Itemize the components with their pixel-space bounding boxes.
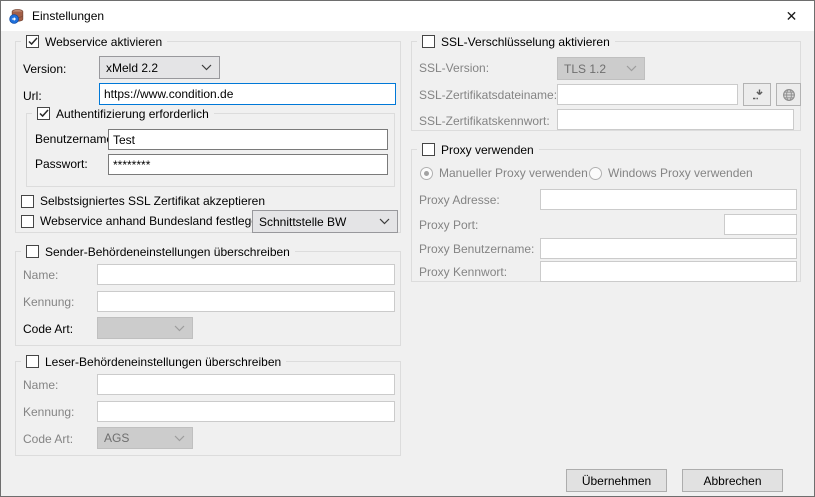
sender-name-label: Name: <box>23 268 58 282</box>
globe-icon <box>782 88 796 102</box>
sender-enable-row: Sender-Behördeneinstellungen überschreib… <box>21 243 295 260</box>
manual-proxy-radio <box>420 167 433 180</box>
password-input[interactable] <box>108 154 388 175</box>
username-label: Benutzername: <box>35 132 116 146</box>
auth-enable-checkbox[interactable] <box>37 107 50 120</box>
webservice-enable-row: Webservice aktivieren <box>21 33 167 50</box>
ssl-certfile-label: SSL-Zertifikatsdateiname: <box>419 88 557 102</box>
selfsigned-row: Selbstsigniertes SSL Zertifikat akzeptie… <box>21 194 265 208</box>
sender-name-input[interactable] <box>97 264 395 285</box>
version-select[interactable]: xMeld 2.2 <box>99 56 220 79</box>
bundesland-label: Webservice anhand Bundesland festlegen <box>40 214 265 228</box>
app-database-icon <box>9 8 25 24</box>
url-input[interactable] <box>99 83 396 105</box>
ssl-certpass-input[interactable] <box>557 109 794 130</box>
leser-name-label: Name: <box>23 378 58 392</box>
version-label: Version: <box>23 62 66 76</box>
settings-dialog: Einstellungen ✕ Webservice aktivieren Ve… <box>0 0 815 497</box>
ssl-version-label: SSL-Version: <box>419 61 489 75</box>
close-icon: ✕ <box>786 8 798 25</box>
ssl-enable-checkbox[interactable] <box>422 35 435 48</box>
leser-kennung-input[interactable] <box>97 401 395 422</box>
ssl-enable-row: SSL-Verschlüsselung aktivieren <box>417 33 615 50</box>
import-arrow-icon <box>751 88 764 101</box>
certfile-browse-button <box>743 83 771 106</box>
webservice-enable-checkbox[interactable] <box>26 35 39 48</box>
webservice-enable-label: Webservice aktivieren <box>45 35 162 49</box>
proxy-group: Proxy verwenden Manueller Proxy verwende… <box>411 149 801 282</box>
ssl-group: SSL-Verschlüsselung aktivieren SSL-Versi… <box>411 41 801 131</box>
ssl-certpass-label: SSL-Zertifikatskennwort: <box>419 114 550 128</box>
proxy-enable-label: Proxy verwenden <box>441 143 534 157</box>
apply-button[interactable]: Übernehmen <box>566 469 667 492</box>
leser-enable-checkbox[interactable] <box>26 355 39 368</box>
sender-group: Sender-Behördeneinstellungen überschreib… <box>15 251 401 346</box>
leser-codeart-select: AGS <box>97 427 193 449</box>
chevron-down-icon <box>626 65 637 72</box>
proxy-password-input[interactable] <box>540 261 797 282</box>
leser-kennung-label: Kennung: <box>23 405 74 419</box>
password-label: Passwort: <box>35 157 88 171</box>
cancel-button[interactable]: Abbrechen <box>682 469 783 492</box>
version-select-value: xMeld 2.2 <box>106 61 158 75</box>
windows-proxy-radio <box>589 167 602 180</box>
windows-proxy-radio-row: Windows Proxy verwenden <box>589 166 753 180</box>
ssl-enable-label: SSL-Verschlüsselung aktivieren <box>441 35 610 49</box>
window-title: Einstellungen <box>32 9 104 23</box>
bundesland-select[interactable]: Schnittstelle BW <box>252 210 398 233</box>
ssl-version-select: TLS 1.2 <box>557 57 645 80</box>
bundesland-select-value: Schnittstelle BW <box>259 215 346 229</box>
proxy-address-input[interactable] <box>540 189 797 210</box>
leser-codeart-value: AGS <box>104 431 129 445</box>
ssl-version-value: TLS 1.2 <box>564 62 606 76</box>
bundesland-checkbox[interactable] <box>21 215 34 228</box>
proxy-port-label: Proxy Port: <box>419 218 478 232</box>
selfsigned-checkbox[interactable] <box>21 195 34 208</box>
leser-codeart-label: Code Art: <box>23 432 73 446</box>
proxy-password-label: Proxy Kennwort: <box>419 265 507 279</box>
sender-enable-checkbox[interactable] <box>26 245 39 258</box>
sender-enable-label: Sender-Behördeneinstellungen überschreib… <box>45 245 290 259</box>
proxy-enable-checkbox[interactable] <box>422 143 435 156</box>
auth-enable-label: Authentifizierung erforderlich <box>56 107 209 121</box>
manual-proxy-label: Manueller Proxy verwenden <box>439 166 588 180</box>
auth-group: Authentifizierung erforderlich Benutzern… <box>26 113 395 187</box>
sender-codeart-select <box>97 317 193 339</box>
proxy-enable-row: Proxy verwenden <box>417 141 539 158</box>
webservice-group: Webservice aktivieren Version: xMeld 2.2… <box>15 41 401 233</box>
sender-codeart-label: Code Art: <box>23 322 73 336</box>
username-input[interactable] <box>108 129 388 150</box>
selfsigned-label: Selbstsigniertes SSL Zertifikat akzeptie… <box>40 194 265 208</box>
leser-group: Leser-Behördeneinstellungen überschreibe… <box>15 361 401 456</box>
close-button[interactable]: ✕ <box>769 2 814 31</box>
proxy-username-input[interactable] <box>540 238 797 259</box>
titlebar: Einstellungen ✕ <box>1 1 814 31</box>
sender-kennung-input[interactable] <box>97 291 395 312</box>
windows-proxy-label: Windows Proxy verwenden <box>608 166 753 180</box>
proxy-username-label: Proxy Benutzername: <box>419 242 534 256</box>
ssl-certfile-input[interactable] <box>557 84 738 105</box>
leser-enable-label: Leser-Behördeneinstellungen überschreibe… <box>45 355 281 369</box>
chevron-down-icon <box>201 64 212 71</box>
certfile-web-button <box>776 83 801 106</box>
chevron-down-icon <box>379 218 390 225</box>
proxy-address-label: Proxy Adresse: <box>419 193 500 207</box>
manual-proxy-radio-row: Manueller Proxy verwenden <box>420 166 588 180</box>
sender-kennung-label: Kennung: <box>23 295 74 309</box>
proxy-port-input[interactable] <box>724 214 797 235</box>
chevron-down-icon <box>174 325 185 332</box>
url-label: Url: <box>23 89 42 103</box>
auth-enable-row: Authentifizierung erforderlich <box>32 105 214 122</box>
chevron-down-icon <box>174 435 185 442</box>
leser-name-input[interactable] <box>97 374 395 395</box>
leser-enable-row: Leser-Behördeneinstellungen überschreibe… <box>21 353 286 370</box>
bundesland-row: Webservice anhand Bundesland festlegen <box>21 214 265 228</box>
